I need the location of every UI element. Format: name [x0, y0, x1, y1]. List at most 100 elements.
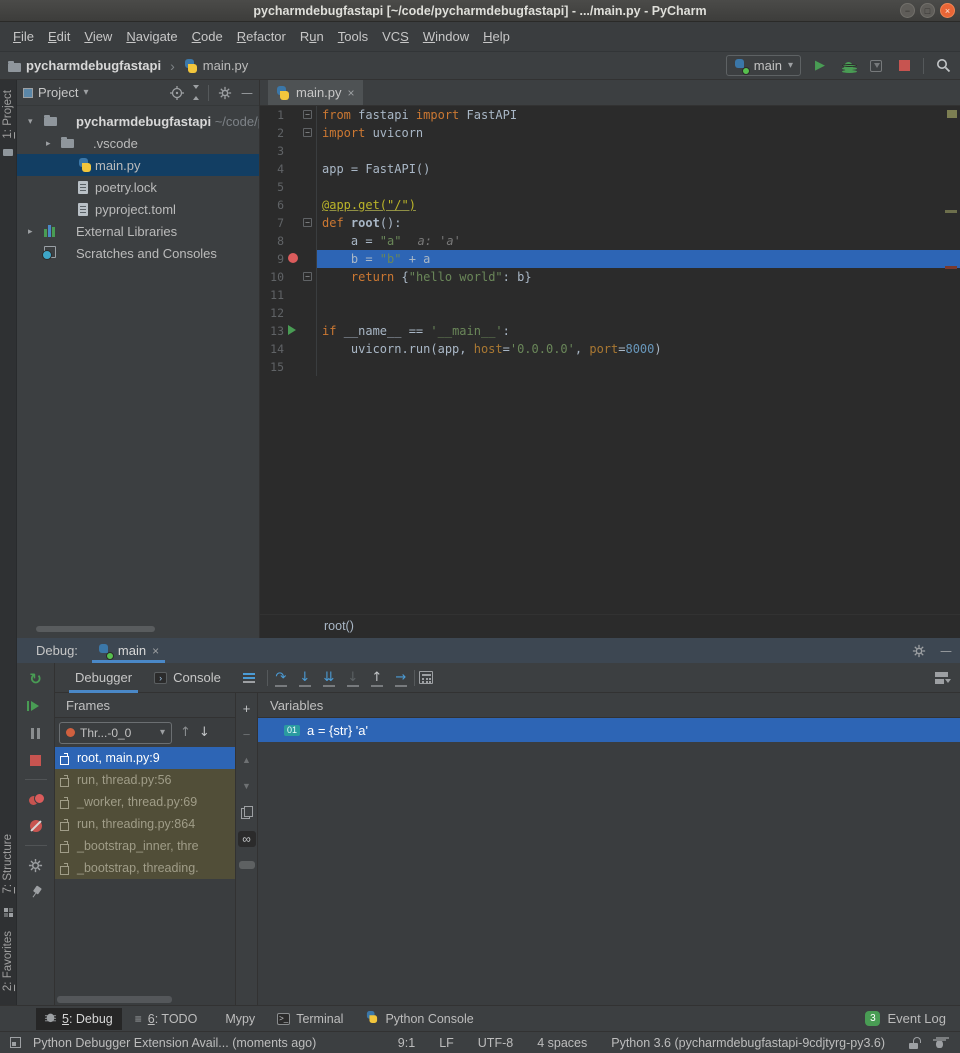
project-view-select[interactable]: Project ▾	[23, 85, 89, 100]
status-message[interactable]: Python Debugger Extension Avail... (mome…	[33, 1036, 316, 1050]
frame-row-bootstrap-inner-thre[interactable]: _bootstrap_inner, thre	[55, 835, 235, 857]
next-frame-icon[interactable]: ↓	[199, 725, 210, 740]
gutter-line-8[interactable]: 8	[260, 232, 316, 250]
close-session-icon[interactable]: ×	[152, 644, 159, 658]
tab-debugger[interactable]: Debugger	[65, 663, 142, 693]
menu-item-navigate[interactable]: Navigate	[119, 26, 184, 47]
tree-item-scratches-and-consoles[interactable]: Scratches and Consoles	[17, 242, 259, 264]
step-into-icon[interactable]: ↓	[294, 667, 316, 689]
code-line-3[interactable]: 3	[260, 142, 960, 160]
code-line-5[interactable]: 5	[260, 178, 960, 196]
menu-item-refactor[interactable]: Refactor	[230, 26, 293, 47]
resume-program-icon[interactable]	[27, 698, 45, 714]
restore-layout-icon[interactable]	[935, 672, 950, 684]
close-tab-icon[interactable]: ×	[348, 86, 355, 100]
tree-item-external-libraries[interactable]: ▸External Libraries	[17, 220, 259, 242]
unlocked-icon[interactable]	[909, 1037, 919, 1049]
toolwindow-button-mypy[interactable]: Mypy	[210, 1008, 264, 1030]
chevron-down-icon[interactable]: ▾	[28, 116, 33, 127]
scrollbar-warning-marker[interactable]	[945, 210, 957, 213]
code-line-4[interactable]: 4app = FastAPI()	[260, 160, 960, 178]
gutter-line-6[interactable]: 6	[260, 196, 316, 214]
gutter-line-10[interactable]: 10−	[260, 268, 316, 286]
variables-scrollbar-thumb[interactable]	[239, 861, 255, 869]
force-step-into-icon[interactable]: ⇊	[318, 667, 340, 689]
rerun-icon[interactable]: ↻	[27, 671, 45, 687]
variable-row-a-str-a[interactable]: 01a = {str} 'a'	[258, 718, 960, 742]
line-separator[interactable]: LF	[439, 1036, 454, 1050]
gutter-line-13[interactable]: 13	[260, 322, 316, 340]
fold-marker-icon[interactable]: −	[301, 268, 314, 286]
tree-item-pycharmdebugfastapi[interactable]: ▾pycharmdebugfastapi ~/code/pycharmdebug…	[17, 110, 259, 132]
menu-item-tools[interactable]: Tools	[331, 26, 375, 47]
stop-icon[interactable]	[27, 752, 45, 768]
code-line-11[interactable]: 11	[260, 286, 960, 304]
current-function-label[interactable]: root()	[324, 619, 354, 633]
gutter-line-3[interactable]: 3	[260, 142, 316, 160]
collapse-all-icon[interactable]	[193, 85, 199, 100]
debug-button[interactable]	[839, 58, 857, 74]
gear-icon[interactable]	[218, 86, 232, 100]
code-line-9[interactable]: 9 b = "b" + a	[260, 250, 960, 268]
step-out-icon[interactable]: ↑	[366, 667, 388, 689]
toolwindow-button-terminal[interactable]: >_Terminal	[268, 1008, 352, 1030]
python-interpreter[interactable]: Python 3.6 (pycharmdebugfastapi-9cdjtyrg…	[611, 1036, 885, 1050]
gutter-line-9[interactable]: 9	[260, 250, 316, 268]
close-window-icon[interactable]: ×	[940, 3, 955, 18]
run-button[interactable]: ▶	[811, 58, 829, 74]
project-horizontal-scrollbar[interactable]	[36, 626, 155, 632]
toolwindow-switcher-icon[interactable]	[10, 1037, 21, 1048]
frames-horizontal-scrollbar[interactable]	[57, 996, 172, 1003]
hide-panel-icon[interactable]: —	[241, 86, 253, 100]
code-line-15[interactable]: 15	[260, 358, 960, 376]
toolwindow-button-python-console[interactable]: Python Console	[356, 1008, 482, 1030]
menu-item-edit[interactable]: Edit	[41, 26, 77, 47]
gear-icon[interactable]	[912, 644, 926, 658]
gutter-line-4[interactable]: 4	[260, 160, 316, 178]
gutter-line-15[interactable]: 15	[260, 358, 316, 376]
duplicate-watch-icon[interactable]	[239, 805, 255, 819]
evaluate-expression-icon[interactable]	[417, 670, 435, 686]
thread-select[interactable]: Thr...-0_0 ▾	[59, 722, 172, 744]
previous-frame-icon[interactable]: ↑	[180, 725, 191, 740]
gutter-line-5[interactable]: 5	[260, 178, 316, 196]
pause-program-icon[interactable]	[27, 725, 45, 741]
menu-item-help[interactable]: Help	[476, 26, 517, 47]
show-watches-icon[interactable]: ∞	[238, 831, 256, 847]
frame-row-run-threading-py-864[interactable]: run, threading.py:864	[55, 813, 235, 835]
tree-item-pyproject-toml[interactable]: pyproject.toml	[17, 198, 259, 220]
menu-item-vcs[interactable]: VCS	[375, 26, 416, 47]
mute-breakpoints-icon[interactable]	[27, 818, 45, 834]
step-over-icon[interactable]: ↷	[270, 667, 292, 689]
add-watch-icon[interactable]: +	[239, 701, 255, 715]
debug-session-tab-main[interactable]: main ×	[90, 638, 167, 663]
pin-tab-icon[interactable]	[27, 884, 45, 900]
code-line-13[interactable]: 13if __name__ == '__main__':	[260, 322, 960, 340]
debug-settings-gear-icon[interactable]	[27, 857, 45, 873]
code-line-7[interactable]: 7−def root():	[260, 214, 960, 232]
menu-item-run[interactable]: Run	[293, 26, 331, 47]
fold-marker-icon[interactable]: −	[301, 214, 314, 232]
fold-marker-icon[interactable]: −	[301, 124, 314, 142]
minimize-window-icon[interactable]: −	[900, 3, 915, 18]
code-line-8[interactable]: 8 a = "a"a: 'a'	[260, 232, 960, 250]
file-encoding[interactable]: UTF-8	[478, 1036, 513, 1050]
editor-tab-main-py[interactable]: main.py ×	[268, 80, 363, 105]
tree-item-vscode[interactable]: ▸.vscode	[17, 132, 259, 154]
run-to-cursor-icon[interactable]: →	[390, 667, 412, 689]
menu-item-file[interactable]: File	[6, 26, 41, 47]
event-log-button[interactable]: 3Event Log	[865, 1011, 960, 1026]
stripe-project-button[interactable]: 1: Project	[2, 90, 14, 139]
gutter-line-11[interactable]: 11	[260, 286, 316, 304]
hector-inspections-icon[interactable]	[933, 1037, 946, 1049]
search-everywhere-button[interactable]	[934, 58, 952, 74]
breakpoint-icon[interactable]	[284, 250, 301, 268]
tree-item-poetry-lock[interactable]: poetry.lock	[17, 176, 259, 198]
view-breakpoints-icon[interactable]	[27, 791, 45, 807]
fold-marker-icon[interactable]: −	[301, 106, 314, 124]
gutter-line-14[interactable]: 14	[260, 340, 316, 358]
code-line-14[interactable]: 14 uvicorn.run(app, host='0.0.0.0', port…	[260, 340, 960, 358]
frame-row-worker-thread-py-69[interactable]: _worker, thread.py:69	[55, 791, 235, 813]
code-line-10[interactable]: 10− return {"hello world": b}	[260, 268, 960, 286]
stripe-structure-button[interactable]: 7: Structure	[2, 834, 14, 893]
